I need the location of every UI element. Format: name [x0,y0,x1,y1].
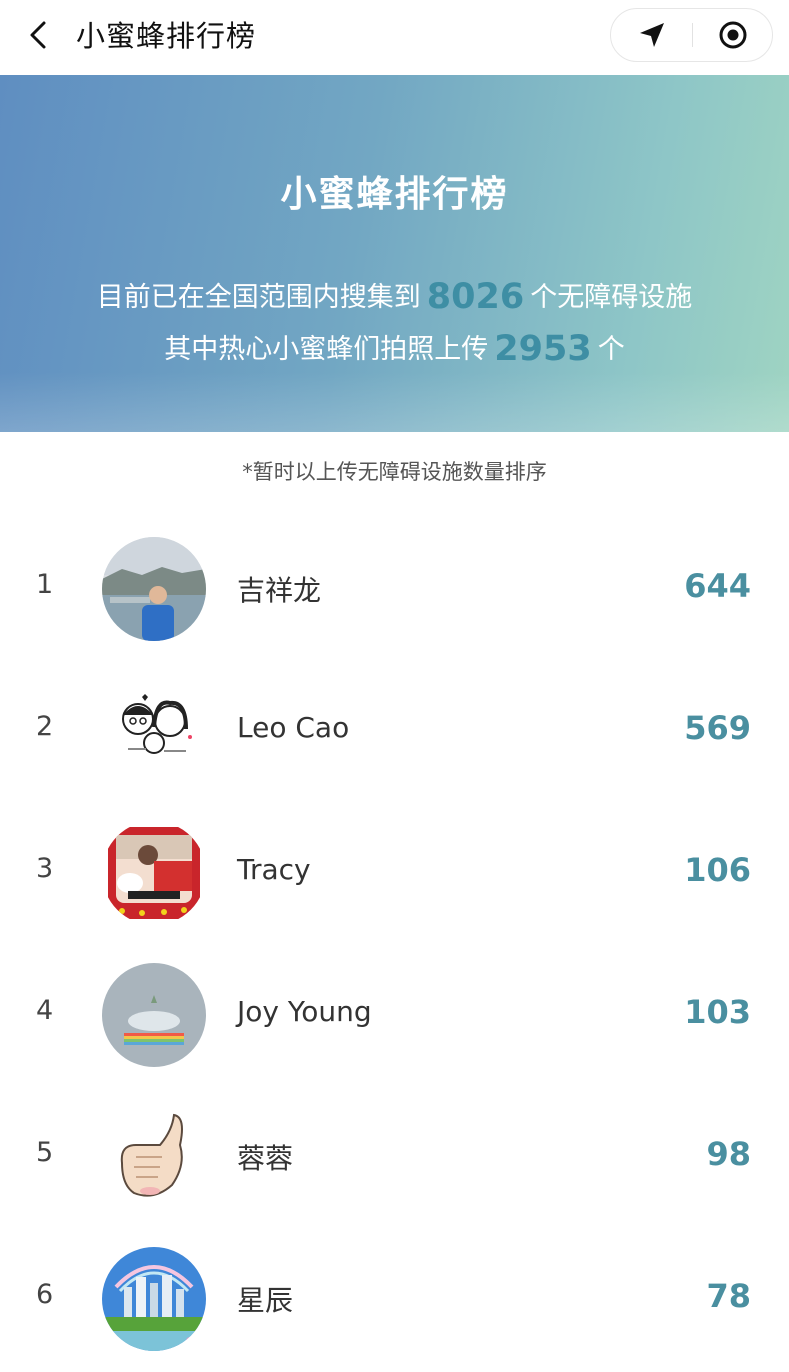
avatar [102,537,206,641]
location-button[interactable] [611,9,692,61]
upload-score: 78 [706,1277,751,1315]
uploads-suffix: 个 [597,334,625,365]
ranking-row[interactable]: 2 Leo Cao 569 [0,661,789,803]
upload-score: 644 [684,567,751,605]
rank-number: 3 [36,853,54,884]
avatar [102,821,206,925]
ranking-row[interactable]: 3 Tracy 106 [0,803,789,945]
hero-fade [0,372,789,432]
rank-number: 6 [36,1279,54,1310]
uploads-prefix: 其中热心小蜜蜂们拍照上传 [164,334,489,365]
hero-title: 小蜜蜂排行榜 [280,174,509,215]
facilities-prefix: 目前已在全国范围内搜集到 [96,282,421,313]
hero-banner: 小蜜蜂排行榜 目前已在全国范围内搜集到 8026 个无障碍设施 其中热心小蜜蜂们拍照… [0,75,789,432]
rank-number: 1 [36,569,54,600]
user-name: Tracy [237,853,311,886]
upload-score: 569 [684,709,751,747]
mini-program-capsule [610,8,773,62]
rank-number: 2 [36,711,54,742]
hero-facilities-line: 目前已在全国范围内搜集到 8026 个无障碍设施 [0,275,789,317]
target-circle-icon [719,21,746,49]
rank-number: 4 [36,995,54,1026]
close-mini-program-button[interactable] [692,9,773,61]
user-name: 星辰 [237,1284,294,1317]
page-title: 小蜜蜂排行榜 [76,19,257,53]
chevron-left-icon [30,21,46,49]
facilities-suffix: 个无障碍设施 [530,282,693,313]
user-name: Joy Young [237,995,372,1028]
hero-uploads-line: 其中热心小蜜蜂们拍照上传 2953 个 [0,327,789,369]
user-name: 吉祥龙 [237,574,322,607]
ranking-list: 1 吉祥龙 644 2 Leo Cao 569 3 Tracy 106 4 Jo… [0,519,789,1371]
upload-score: 103 [684,993,751,1031]
user-name: Leo Cao [237,711,350,744]
navigation-arrow-icon [639,23,664,47]
avatar [102,963,206,1067]
facilities-count: 8026 [426,277,525,317]
ranking-row[interactable]: 4 Joy Young 103 [0,945,789,1087]
avatar [102,1247,206,1351]
upload-score: 106 [684,851,751,889]
back-button[interactable] [18,12,58,58]
top-nav-bar: 小蜜蜂排行榜 [0,0,789,75]
upload-score: 98 [706,1135,751,1173]
avatar [102,679,206,783]
rank-number: 5 [36,1137,54,1168]
avatar [102,1105,206,1209]
ranking-row[interactable]: 1 吉祥龙 644 [0,519,789,661]
uploads-count: 2953 [494,329,592,369]
sort-note: *暂时以上传无障碍设施数量排序 [242,460,547,484]
ranking-row[interactable]: 6 星辰 78 [0,1229,789,1371]
ranking-row[interactable]: 5 蓉蓉 98 [0,1087,789,1229]
user-name: 蓉蓉 [237,1142,294,1175]
